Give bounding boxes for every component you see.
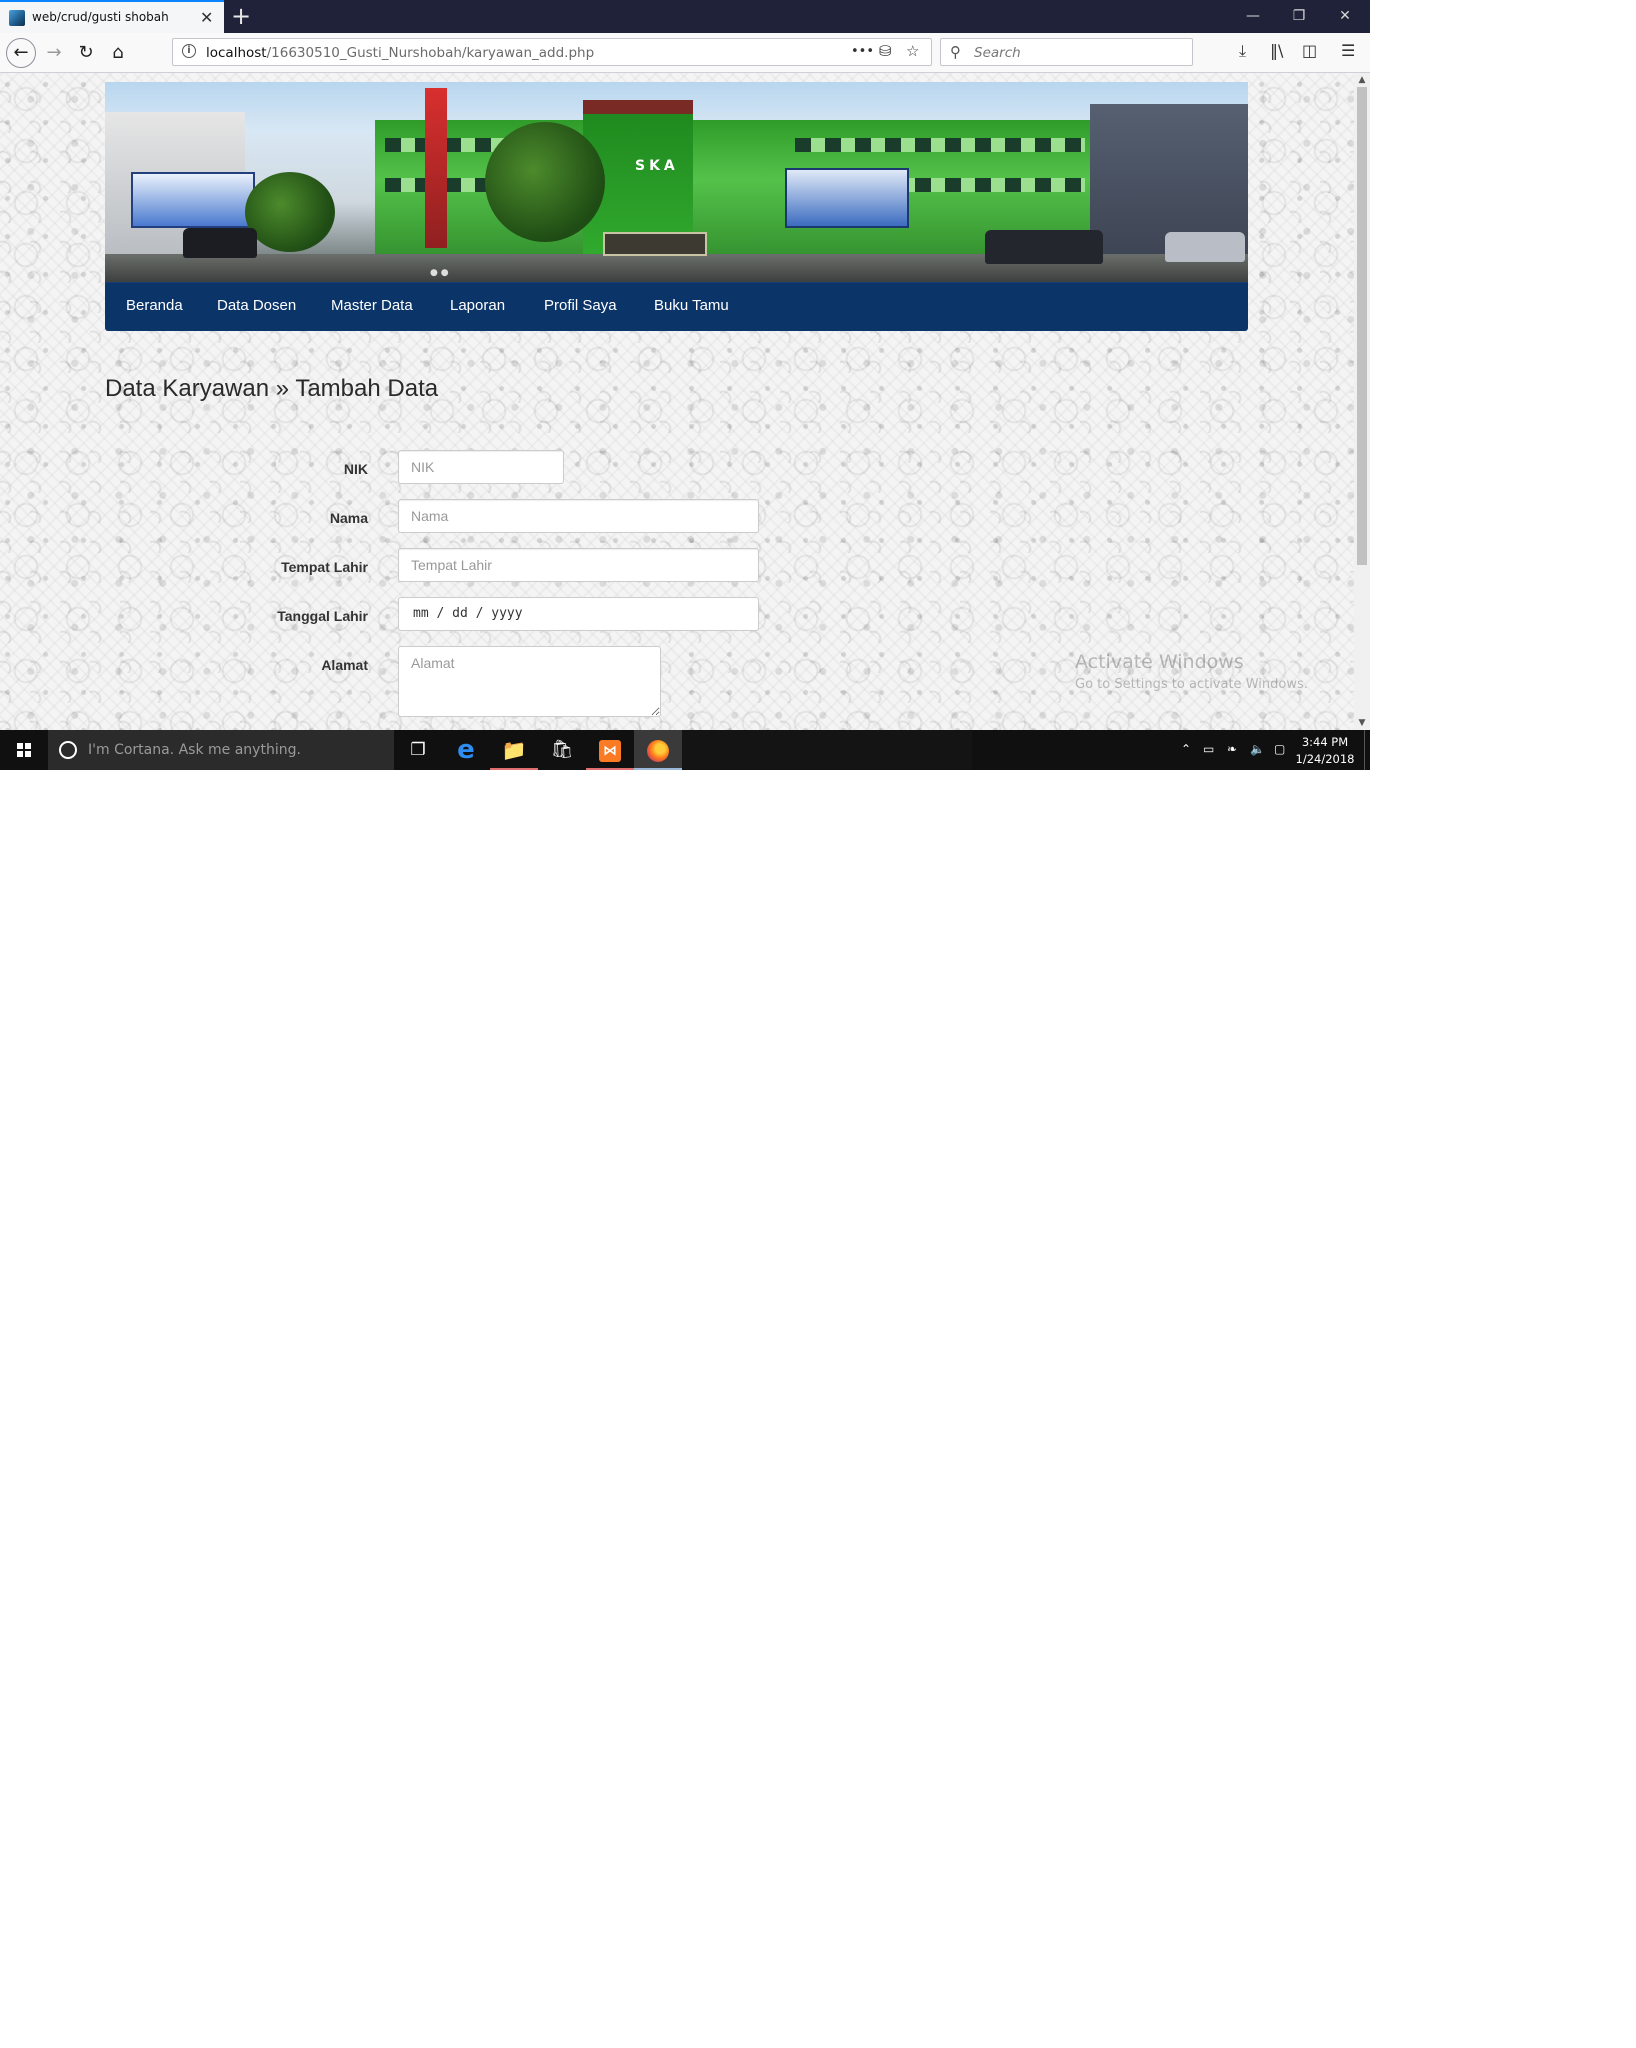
clock-date: 1/24/2018: [1295, 752, 1355, 766]
search-bar[interactable]: ⚲ Search: [940, 38, 1193, 66]
banner-window-row: [795, 138, 1085, 152]
alamat-label: Alamat: [321, 657, 368, 673]
activate-windows-watermark: Activate Windows Go to Settings to activ…: [1075, 651, 1308, 692]
page-actions-icon[interactable]: •••: [851, 44, 874, 59]
minimize-window-icon[interactable]: —: [1230, 0, 1276, 33]
forward-arrow-icon[interactable]: →: [40, 39, 68, 67]
taskbar-empty-slot: [682, 730, 972, 770]
battery-icon[interactable]: ▭: [1203, 742, 1214, 756]
banner-plaque: [603, 232, 707, 256]
sidebar-icon[interactable]: ◫: [1302, 41, 1317, 60]
downloads-icon[interactable]: ⤓: [1239, 41, 1246, 61]
close-window-icon[interactable]: ✕: [1322, 0, 1368, 33]
action-center-icon[interactable]: ▢: [1274, 742, 1285, 756]
scroll-up-arrow-icon[interactable]: ▲: [1354, 75, 1370, 85]
campus-banner-image: SKA ● ●: [105, 82, 1248, 282]
banner-car: [1165, 232, 1245, 262]
pocket-icon[interactable]: ⛁: [879, 42, 892, 60]
show-desktop-button[interactable]: [1364, 730, 1365, 770]
banner-billboard-left: [131, 172, 255, 228]
scrollbar-thumb[interactable]: [1357, 87, 1367, 565]
menu-item-master-data[interactable]: Master Data: [331, 297, 413, 314]
clock-time: 3:44 PM: [1301, 735, 1349, 749]
menu-item-profil-saya[interactable]: Profil Saya: [544, 297, 617, 314]
task-view-icon[interactable]: ❐: [394, 730, 442, 770]
watermark-title: Activate Windows: [1075, 651, 1244, 673]
nik-label: NIK: [343, 461, 368, 477]
browser-tab[interactable]: web/crud/gusti shobah ✕: [0, 0, 224, 33]
menu-item-laporan[interactable]: Laporan: [450, 297, 505, 314]
firefox-icon[interactable]: [634, 730, 682, 770]
site-favicon-icon: [9, 10, 25, 26]
menu-hamburger-icon[interactable]: ☰: [1341, 41, 1355, 60]
tanggal-lahir-date-input[interactable]: mm / dd / yyyy: [398, 597, 759, 631]
search-input[interactable]: Search: [974, 45, 1021, 61]
bookmark-star-icon[interactable]: ☆: [906, 42, 919, 60]
cortana-search-box[interactable]: I'm Cortana. Ask me anything.: [48, 730, 394, 770]
cortana-placeholder: I'm Cortana. Ask me anything.: [88, 742, 301, 758]
windows-logo-icon: [17, 743, 31, 757]
edge-browser-icon[interactable]: e: [442, 730, 490, 770]
banner-billboard-right: [785, 168, 909, 228]
wifi-icon[interactable]: ❧: [1227, 742, 1237, 756]
banner-tree: [485, 122, 605, 242]
nik-input[interactable]: [398, 450, 564, 484]
screenshot: web/crud/gusti shobah ✕ + — ❐ ✕ ← → ↻ ⌂ …: [0, 0, 1370, 770]
browser-toolbar: ← → ↻ ⌂ i localhost/16630510_Gusti_Nursh…: [0, 33, 1370, 73]
banner-campus-text: SKA: [635, 158, 679, 174]
banner-car: [985, 230, 1103, 264]
site-menu: Beranda Data Dosen Master Data Laporan P…: [105, 282, 1248, 331]
library-icon[interactable]: ‖\: [1270, 41, 1283, 60]
file-explorer-icon[interactable]: 📁: [490, 730, 538, 770]
browser-titlebar: web/crud/gusti shobah ✕ + — ❐ ✕: [0, 0, 1370, 33]
nama-input[interactable]: [398, 499, 759, 533]
new-tab-button[interactable]: +: [231, 2, 251, 30]
home-icon[interactable]: ⌂: [104, 39, 132, 67]
cortana-icon: [59, 741, 77, 759]
watermark-subtitle: Go to Settings to activate Windows.: [1075, 677, 1308, 692]
page-viewport: SKA ● ● Beranda Data Dosen Master Data L…: [0, 73, 1354, 730]
banner-car: [183, 228, 257, 258]
close-tab-icon[interactable]: ✕: [200, 8, 213, 27]
banner-faculty-pole: [425, 88, 447, 248]
menu-item-beranda[interactable]: Beranda: [126, 297, 183, 314]
tab-title: web/crud/gusti shobah: [32, 10, 169, 24]
address-bar[interactable]: i localhost/16630510_Gusti_Nurshobah/kar…: [172, 38, 932, 66]
taskbar-clock[interactable]: 3:44 PM 1/24/2018: [1290, 734, 1360, 768]
tanggal-lahir-label: Tanggal Lahir: [277, 608, 368, 624]
show-hidden-icons-icon[interactable]: ⌃: [1181, 742, 1191, 756]
site-info-icon[interactable]: i: [182, 44, 196, 58]
windows-taskbar: I'm Cortana. Ask me anything. ❐ e 📁 🛍 ⋈ …: [0, 730, 1370, 770]
volume-icon[interactable]: 🔈: [1250, 742, 1265, 756]
page-title: Data Karyawan » Tambah Data: [105, 375, 439, 402]
back-arrow-icon[interactable]: ←: [6, 38, 36, 68]
nama-label: Nama: [329, 510, 368, 526]
scroll-down-arrow-icon[interactable]: ▼: [1354, 718, 1370, 728]
search-icon: ⚲: [950, 43, 961, 61]
reload-icon[interactable]: ↻: [72, 39, 100, 67]
store-icon[interactable]: 🛍: [538, 730, 586, 770]
banner-slide-dots[interactable]: ● ●: [430, 268, 449, 278]
page-scrollbar[interactable]: ▲ ▼: [1354, 73, 1370, 730]
tempat-lahir-label: Tempat Lahir: [281, 559, 368, 575]
tempat-lahir-input[interactable]: [398, 548, 759, 582]
restore-window-icon[interactable]: ❐: [1276, 0, 1322, 33]
banner-tree: [245, 172, 335, 252]
menu-item-buku-tamu[interactable]: Buku Tamu: [654, 297, 729, 314]
url-text[interactable]: localhost/16630510_Gusti_Nurshobah/karya…: [206, 45, 594, 61]
alamat-textarea[interactable]: [398, 646, 661, 717]
xampp-icon[interactable]: ⋈: [586, 730, 634, 770]
menu-item-data-dosen[interactable]: Data Dosen: [217, 297, 296, 314]
start-button[interactable]: [0, 730, 48, 770]
